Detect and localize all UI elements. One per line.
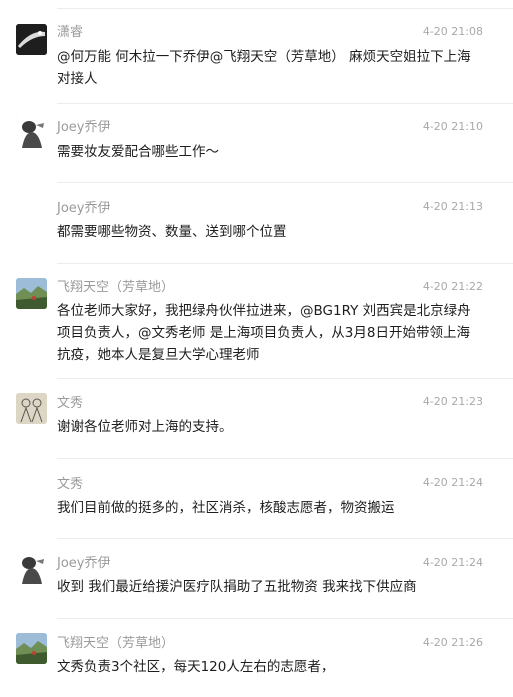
avatar[interactable] — [16, 393, 47, 424]
sender-name[interactable]: 潇睿 — [57, 25, 83, 41]
avatar[interactable] — [16, 278, 47, 309]
sender-name[interactable]: Joey乔伊 — [57, 556, 110, 572]
divider — [57, 618, 513, 619]
divider — [57, 182, 513, 183]
sender-name[interactable]: 飞翔天空（芳草地） — [57, 636, 174, 652]
avatar[interactable] — [16, 24, 47, 55]
divider — [57, 538, 513, 539]
divider — [57, 263, 513, 264]
message-time: 4-20 21:23 — [422, 395, 483, 408]
chat-history: 潇睿 4-20 21:08 @何万能 何木拉一下乔伊@飞翔天空（芳草地） 麻烦天… — [0, 0, 513, 697]
sender-name[interactable]: 文秀 — [57, 396, 83, 412]
message-text: 收到 我们最近给援沪医疗队捐助了五批物资 我来找下供应商 — [57, 579, 417, 595]
sender-name[interactable]: Joey乔伊 — [57, 120, 110, 136]
message-text: 需要妆友爱配合哪些工作～ — [57, 144, 219, 160]
sender-name[interactable]: 文秀 — [57, 477, 83, 493]
divider — [57, 458, 513, 459]
divider — [57, 8, 513, 9]
message-text: 我们目前做的挺多的，社区消杀，核酸志愿者，物资搬运 — [57, 500, 395, 516]
sender-name[interactable]: Joey乔伊 — [57, 201, 110, 217]
message-time: 4-20 21:08 — [422, 25, 483, 38]
divider — [57, 378, 513, 379]
avatar[interactable] — [16, 117, 47, 148]
divider — [57, 103, 513, 104]
message-text: 都需要哪些物资、数量、送到哪个位置 — [57, 224, 287, 240]
message-time: 4-20 21:13 — [422, 200, 483, 213]
sender-name[interactable]: 飞翔天空（芳草地） — [57, 280, 174, 296]
avatar[interactable] — [16, 633, 47, 664]
message-text: 各位老师大家好，我把绿舟伙伴拉进来，@BG1RY 刘西宾是北京绿舟项目负责人，@… — [57, 303, 471, 363]
message-time: 4-20 21:24 — [422, 556, 483, 569]
message-text: 文秀负责3个社区，每天120人左右的志愿者， — [57, 659, 335, 675]
message-text: @何万能 何木拉一下乔伊@飞翔天空（芳草地） 麻烦天空姐拉下上海对接人 — [57, 49, 471, 87]
message-text: 谢谢各位老师对上海的支持。 — [57, 419, 233, 435]
message-time: 4-20 21:10 — [422, 120, 483, 133]
message-time: 4-20 21:26 — [422, 636, 483, 649]
avatar[interactable] — [16, 553, 47, 584]
message-time: 4-20 21:22 — [422, 280, 483, 293]
message-time: 4-20 21:24 — [422, 476, 483, 489]
